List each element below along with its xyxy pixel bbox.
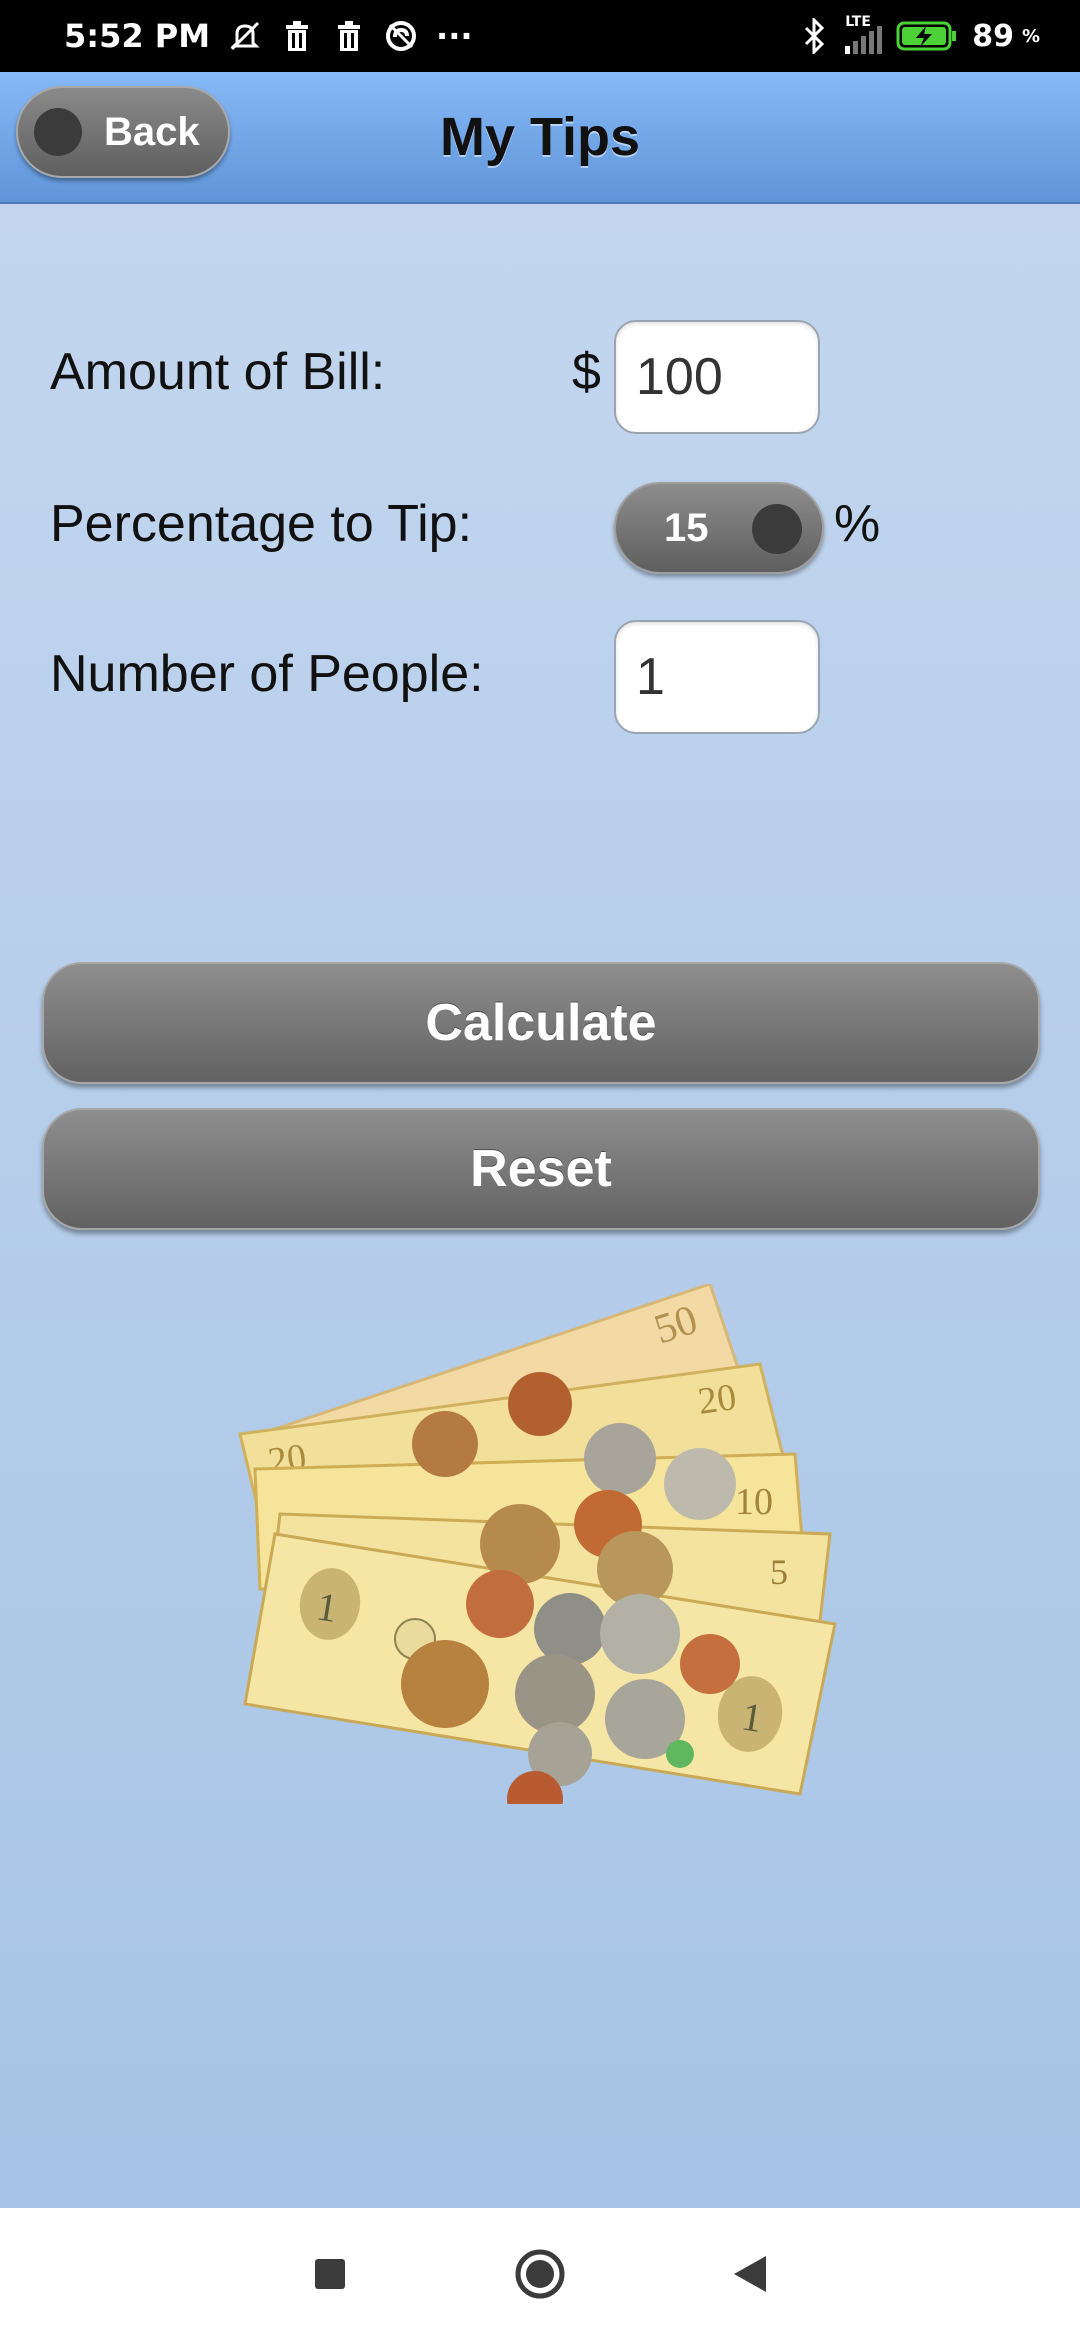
back-button[interactable]: Back: [16, 86, 230, 178]
tip-percentage-unit: %: [834, 495, 881, 553]
reset-button[interactable]: Reset: [42, 1108, 1040, 1230]
back-triangle-icon[interactable]: [720, 2244, 780, 2304]
status-time: 5:52 PM: [64, 17, 211, 55]
bill-amount-input[interactable]: 100: [614, 320, 820, 434]
tip-percentage-spinner[interactable]: 15: [614, 482, 824, 574]
status-bar: 5:52 PM ··· LTE 89 %: [0, 0, 1080, 72]
trash-icon: [332, 16, 366, 56]
app-bar: Back My Tips: [0, 72, 1080, 204]
svg-text:10: 10: [735, 1481, 773, 1523]
sync-icon: [384, 16, 418, 56]
signal-icon: LTE: [845, 14, 883, 54]
bill-amount-label: Amount of Bill:: [50, 343, 386, 401]
recents-square-icon[interactable]: [300, 2244, 360, 2304]
svg-text:5: 5: [770, 1552, 788, 1592]
more-notifications-icon: ···: [436, 17, 473, 55]
status-bar-left: 5:52 PM ···: [64, 16, 473, 56]
calculate-button[interactable]: Calculate: [42, 962, 1040, 1084]
tip-percentage-value: 15: [664, 505, 709, 550]
battery-unit: %: [1021, 25, 1040, 47]
back-button-label: Back: [104, 109, 200, 154]
tip-percentage-label: Percentage to Tip:: [50, 495, 473, 553]
home-circle-icon[interactable]: [510, 2244, 570, 2304]
trash-icon: [280, 16, 314, 56]
main-content: Amount of Bill: $ 100 Percentage to Tip:…: [0, 204, 1080, 2208]
money-bills-coins-illustration: 50 20 20 10 5 1 1: [238, 1284, 837, 1804]
spinner-knob-icon: [752, 504, 802, 554]
battery-charging-icon: [896, 16, 958, 56]
svg-text:20: 20: [695, 1376, 738, 1423]
number-of-people-input[interactable]: 1: [614, 620, 820, 734]
status-bar-right: LTE 89 %: [797, 14, 1040, 56]
back-button-dot-icon: [34, 108, 82, 156]
number-of-people-label: Number of People:: [50, 645, 484, 703]
currency-symbol: $: [572, 343, 601, 401]
mute-icon: [228, 16, 262, 56]
network-type: LTE: [845, 14, 871, 30]
battery-percentage: 89: [972, 18, 1014, 54]
bluetooth-icon: [797, 16, 831, 56]
system-navigation-bar: [0, 2208, 1080, 2340]
